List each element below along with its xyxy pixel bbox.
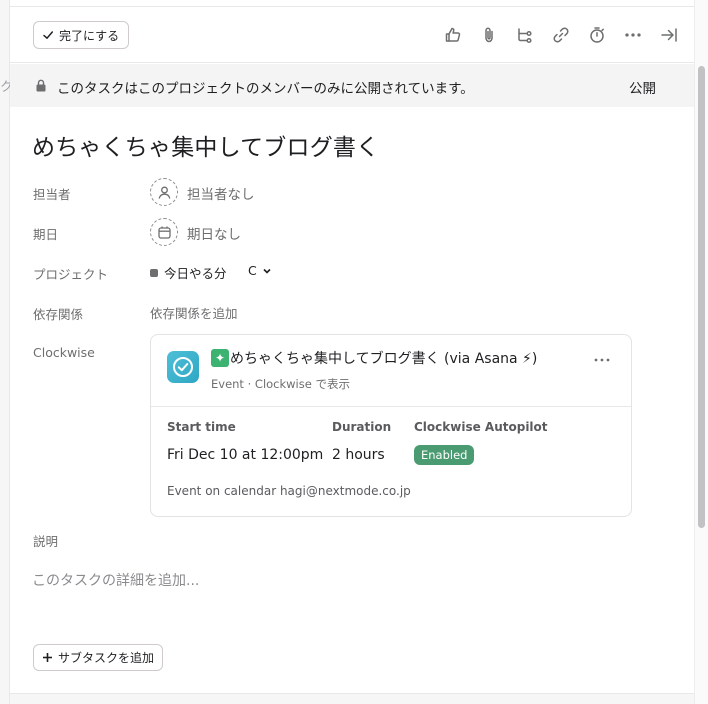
scrollbar-track[interactable] bbox=[694, 0, 708, 704]
project-section-name: C bbox=[248, 263, 257, 278]
task-detail-pane: 完了にする このタスクはこのプロジェクトのメンバーのみに公開されています。 公開… bbox=[10, 0, 694, 704]
task-toolbar: 完了にする bbox=[10, 7, 694, 63]
thumbs-up-icon bbox=[445, 27, 461, 42]
duration-value: 2 hours bbox=[332, 447, 385, 463]
calendar-info: Event on calendar hagi@nextmode.co.jp bbox=[167, 484, 411, 498]
make-public-link[interactable]: 公開 bbox=[629, 77, 656, 97]
assignee-avatar-placeholder[interactable] bbox=[150, 178, 178, 206]
autopilot-status-badge: Enabled bbox=[414, 445, 475, 465]
timer-button[interactable] bbox=[586, 21, 608, 49]
project-name: 今日やる分 bbox=[164, 266, 227, 281]
more-icon bbox=[594, 358, 610, 362]
autopilot-label: Clockwise Autopilot bbox=[414, 420, 548, 434]
project-label: プロジェクト bbox=[33, 267, 109, 282]
add-subtask-label: サブタスクを追加 bbox=[58, 651, 155, 665]
like-button[interactable] bbox=[442, 21, 464, 49]
due-date-value[interactable]: 期日なし bbox=[187, 223, 241, 243]
more-actions-button[interactable] bbox=[622, 21, 644, 49]
privacy-banner-text: このタスクはこのプロジェクトのメンバーのみに公開されています。 bbox=[57, 81, 474, 97]
dependencies-label: 依存関係 bbox=[33, 307, 84, 322]
chevron-down-icon bbox=[263, 268, 271, 274]
clockwise-event-title-text: めちゃくちゃ集中してブログ書く (via Asana ⚡︎) bbox=[230, 351, 538, 367]
start-time-label: Start time bbox=[167, 420, 236, 434]
pane-footer bbox=[10, 693, 694, 704]
project-color-swatch bbox=[150, 268, 158, 277]
mark-complete-label: 完了にする bbox=[59, 28, 120, 43]
add-subtask-button[interactable]: サブタスクを追加 bbox=[33, 644, 164, 671]
due-date-label: 期日 bbox=[33, 227, 59, 242]
assignee-label: 担当者 bbox=[33, 187, 71, 202]
description-field[interactable]: このタスクの詳細を追加... bbox=[32, 570, 199, 590]
duration-label: Duration bbox=[332, 420, 392, 434]
project-pill[interactable]: 今日やる分 bbox=[150, 263, 227, 282]
link-icon bbox=[553, 27, 569, 43]
toolbar-icons bbox=[442, 21, 680, 49]
more-icon bbox=[625, 33, 641, 37]
mark-complete-button[interactable]: 完了にする bbox=[33, 21, 130, 49]
plus-icon bbox=[43, 653, 52, 662]
attach-button[interactable] bbox=[478, 21, 500, 49]
add-dependency-link[interactable]: 依存関係を追加 bbox=[150, 303, 238, 322]
clockwise-check-icon bbox=[173, 357, 193, 377]
start-time-value: Fri Dec 10 at 12:00pm bbox=[167, 447, 324, 463]
description-label: 説明 bbox=[33, 534, 59, 549]
scrollbar-thumb[interactable] bbox=[698, 66, 705, 528]
clockwise-card: ✦ めちゃくちゃ集中してブログ書く (via Asana ⚡︎) Event ·… bbox=[150, 334, 632, 517]
due-date-placeholder[interactable] bbox=[150, 218, 178, 246]
subtask-icon bbox=[518, 28, 532, 44]
gutter-ghost-text: ク bbox=[0, 80, 10, 95]
clockwise-label: Clockwise bbox=[33, 345, 95, 360]
lock-icon bbox=[36, 79, 46, 92]
clockwise-event-title[interactable]: ✦ めちゃくちゃ集中してブログ書く (via Asana ⚡︎) bbox=[211, 348, 537, 368]
subtask-toolbar-button[interactable] bbox=[514, 21, 536, 49]
task-title[interactable]: めちゃくちゃ集中してブログ書く bbox=[32, 128, 379, 162]
clockwise-more-button[interactable] bbox=[591, 352, 613, 368]
paperclip-icon bbox=[485, 27, 493, 43]
close-pane-button[interactable] bbox=[658, 21, 680, 49]
assignee-value[interactable]: 担当者なし bbox=[187, 183, 255, 203]
privacy-banner: このタスクはこのプロジェクトのメンバーのみに公開されています。 公開 bbox=[10, 64, 694, 107]
timer-icon bbox=[590, 27, 604, 43]
clockwise-logo bbox=[167, 351, 199, 383]
left-gutter: ク bbox=[0, 0, 10, 704]
project-section-dropdown[interactable]: C bbox=[248, 263, 272, 278]
copy-link-button[interactable] bbox=[550, 21, 572, 49]
clockwise-card-divider bbox=[151, 406, 631, 407]
clockwise-event-subtitle[interactable]: Event · Clockwise で表示 bbox=[211, 376, 350, 392]
sparkles-icon: ✦ bbox=[211, 349, 229, 367]
calendar-icon bbox=[157, 226, 171, 239]
person-icon bbox=[158, 186, 170, 199]
close-pane-icon bbox=[661, 28, 677, 42]
check-icon bbox=[43, 31, 54, 39]
